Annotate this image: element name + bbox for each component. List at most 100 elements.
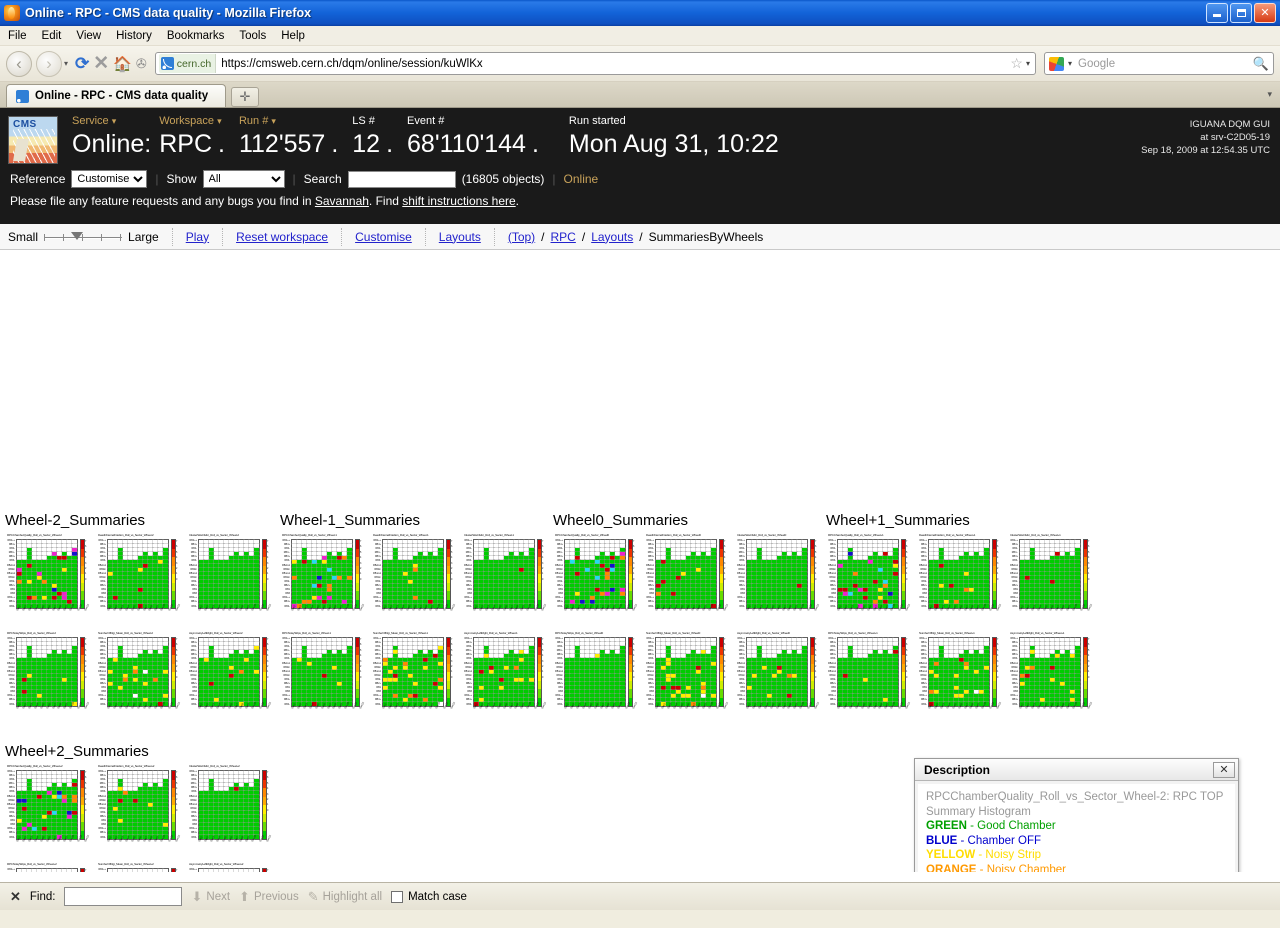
field-service[interactable]: Service ▾ Online: bbox=[72, 114, 159, 159]
plot-grid[interactable] bbox=[382, 539, 444, 609]
plot-tile[interactable]: RPCChamberQuality_Roll_vs_Sector_Wheel-1… bbox=[280, 532, 366, 622]
plot-tile[interactable]: DeadChannelFraction_Roll_vs_Sector_Wheel… bbox=[371, 532, 457, 622]
plot-tile[interactable]: RPCNoisyStrips_Roll_vs_Sector_Wheel0 RB4+… bbox=[553, 630, 639, 720]
breadcrumb-layouts[interactable]: Layouts bbox=[591, 230, 633, 244]
plot-grid[interactable] bbox=[655, 637, 717, 707]
url-bar[interactable]: cern.ch https://cmsweb.cern.ch/dqm/onlin… bbox=[154, 52, 1036, 75]
customise-cell[interactable]: Customise bbox=[342, 227, 426, 246]
shift-instructions-link[interactable]: shift instructions here bbox=[402, 194, 515, 208]
palette-swatch bbox=[172, 689, 175, 698]
plot-grid[interactable] bbox=[107, 637, 169, 707]
url-dropdown-icon[interactable]: ▾ bbox=[1026, 59, 1032, 68]
url-text[interactable]: https://cmsweb.cern.ch/dqm/online/sessio… bbox=[216, 58, 482, 70]
layouts-cell[interactable]: Layouts bbox=[426, 227, 495, 246]
plot-tile[interactable]: ClusterSizeInMor_Roll_vs_Sector_Wheel0 RB… bbox=[735, 532, 821, 622]
size-slider-knob[interactable] bbox=[71, 231, 84, 240]
plot-grid[interactable] bbox=[564, 539, 626, 609]
plot-grid[interactable] bbox=[382, 637, 444, 707]
plot-tile[interactable]: DeadChannelFraction_Roll_vs_Sector_Wheel… bbox=[644, 532, 730, 622]
plot-tile[interactable]: DeadChannelFraction_Roll_vs_Sector_Wheel… bbox=[917, 532, 1003, 622]
plot-tile[interactable]: NumberOfDigi_Mean_Roll_vs_Sector_Wheel-1… bbox=[371, 630, 457, 720]
plot-tile[interactable]: ClusterSizeInMor_Roll_vs_Sector_Wheel-1 R… bbox=[462, 532, 548, 622]
customise-link[interactable]: Customise bbox=[355, 230, 412, 244]
palette-swatch bbox=[902, 540, 905, 549]
tab-online-rpc[interactable]: Online - RPC - CMS data quality bbox=[6, 84, 226, 107]
menu-item-view[interactable]: View bbox=[76, 30, 101, 42]
search-bar[interactable]: ▾ Google 🔍 bbox=[1044, 52, 1274, 75]
menu-item-edit[interactable]: Edit bbox=[42, 30, 62, 42]
reset-workspace-link[interactable]: Reset workspace bbox=[236, 230, 328, 244]
tab-list-caret-icon[interactable]: ▾ bbox=[1267, 89, 1280, 100]
breadcrumb-top[interactable]: (Top) bbox=[508, 230, 535, 244]
plot-tile[interactable]: RPCChamberQuality_Roll_vs_Sector_Wheel-2… bbox=[5, 532, 91, 622]
play-link[interactable]: Play bbox=[186, 230, 209, 244]
savannah-link[interactable]: Savannah bbox=[315, 194, 369, 208]
minimize-button[interactable] bbox=[1206, 3, 1228, 23]
plot-tile[interactable]: NumberOfDigi_Mean_Roll_vs_Sector_Wheel-2… bbox=[96, 630, 182, 720]
chevron-down-icon[interactable]: ▾ bbox=[64, 59, 68, 68]
show-select[interactable]: All bbox=[202, 170, 285, 188]
plot-tile[interactable]: NumberOfDigi_Mean_Roll_vs_Sector_Wheel0 R… bbox=[644, 630, 730, 720]
reload-icon[interactable]: ⟳ bbox=[75, 54, 89, 74]
field-workspace[interactable]: Workspace ▾ RPC . bbox=[159, 114, 239, 159]
plot-grid[interactable] bbox=[16, 539, 78, 609]
menu-item-tools[interactable]: Tools bbox=[239, 30, 266, 42]
size-slider[interactable] bbox=[44, 231, 123, 242]
plot-grid[interactable] bbox=[291, 539, 353, 609]
feed-icon[interactable]: ✇ bbox=[136, 56, 147, 72]
reference-select[interactable]: Customise bbox=[71, 170, 148, 188]
plot-grid[interactable] bbox=[107, 539, 169, 609]
palette-swatch bbox=[538, 565, 541, 574]
palette-swatch bbox=[811, 565, 814, 574]
plot-tile[interactable]: AsymmetryLeftRight_Roll_vs_Sector_Wheel0… bbox=[735, 630, 821, 720]
menu-item-file[interactable]: File bbox=[8, 30, 27, 42]
maximize-button[interactable] bbox=[1230, 3, 1252, 23]
plot-grid[interactable] bbox=[16, 637, 78, 707]
close-button[interactable]: ✕ bbox=[1254, 3, 1276, 23]
site-identity-chip[interactable]: cern.ch bbox=[158, 54, 217, 73]
online-status[interactable]: Online bbox=[564, 172, 599, 186]
search-input[interactable]: Google bbox=[1078, 58, 1249, 70]
forward-button[interactable]: › bbox=[36, 50, 62, 77]
dqm-search-input[interactable] bbox=[347, 170, 456, 188]
plot-grid[interactable] bbox=[746, 539, 808, 609]
plot-tile[interactable]: ClusterSizeInMor_Roll_vs_Sector_Wheel-2 R… bbox=[187, 532, 273, 622]
stop-icon[interactable]: ✕ bbox=[93, 52, 109, 75]
reset-workspace-cell[interactable]: Reset workspace bbox=[223, 227, 343, 246]
breadcrumb: (Top) / RPC / Layouts / SummariesByWheels bbox=[507, 229, 764, 244]
plot-grid[interactable] bbox=[564, 637, 626, 707]
menu-item-history[interactable]: History bbox=[116, 30, 152, 42]
search-icon[interactable]: 🔍 bbox=[1253, 56, 1269, 72]
cms-logo: CMS bbox=[8, 116, 58, 164]
bookmark-star-icon[interactable]: ☆ bbox=[1007, 55, 1026, 72]
plot-grid[interactable] bbox=[198, 637, 260, 707]
home-icon[interactable]: 🏠 bbox=[113, 55, 132, 73]
plot-grid[interactable] bbox=[837, 539, 899, 609]
field-run-number[interactable]: Run # ▾ 112'557 . bbox=[239, 114, 352, 159]
menu-item-help[interactable]: Help bbox=[281, 30, 305, 42]
play-cell[interactable]: Play bbox=[173, 227, 224, 246]
field-separator: . bbox=[531, 130, 539, 158]
plot-tile[interactable]: RPCNoisyStrips_Roll_vs_Sector_Wheel-2 RB4… bbox=[5, 630, 91, 720]
plot-grid[interactable] bbox=[655, 539, 717, 609]
back-button[interactable]: ‹ bbox=[6, 50, 32, 77]
note-text-post: . bbox=[515, 194, 520, 208]
breadcrumb-rpc[interactable]: RPC bbox=[551, 230, 576, 244]
layouts-link[interactable]: Layouts bbox=[439, 230, 481, 244]
search-engine-caret-icon[interactable]: ▾ bbox=[1068, 59, 1074, 68]
plot-grid[interactable] bbox=[473, 637, 535, 707]
plot-tile[interactable]: RPCNoisyStrips_Roll_vs_Sector_Wheel-1 RB4… bbox=[280, 630, 366, 720]
plot-grid[interactable] bbox=[291, 637, 353, 707]
menu-item-bookmarks[interactable]: Bookmarks bbox=[167, 30, 225, 42]
palette-tick: 0 bbox=[542, 577, 544, 581]
size-slider-group[interactable]: Small Large bbox=[8, 227, 173, 246]
plot-grid[interactable] bbox=[473, 539, 535, 609]
plot-tile[interactable]: AsymmetryLeftRight_Roll_vs_Sector_Wheel-… bbox=[462, 630, 548, 720]
plot-tile[interactable]: AsymmetryLeftRight_Roll_vs_Sector_Wheel-… bbox=[187, 630, 273, 720]
plot-grid[interactable] bbox=[746, 637, 808, 707]
plot-tile[interactable]: DeadChannelFraction_Roll_vs_Sector_Wheel… bbox=[96, 532, 182, 622]
plot-grid[interactable] bbox=[198, 539, 260, 609]
plot-tile[interactable]: RPCChamberQuality_Roll_vs_Sector_Wheel+1… bbox=[826, 532, 912, 622]
new-tab-button[interactable]: ✛ bbox=[231, 87, 259, 107]
plot-tile[interactable]: RPCChamberQuality_Roll_vs_Sector_Wheel0 R… bbox=[553, 532, 639, 622]
